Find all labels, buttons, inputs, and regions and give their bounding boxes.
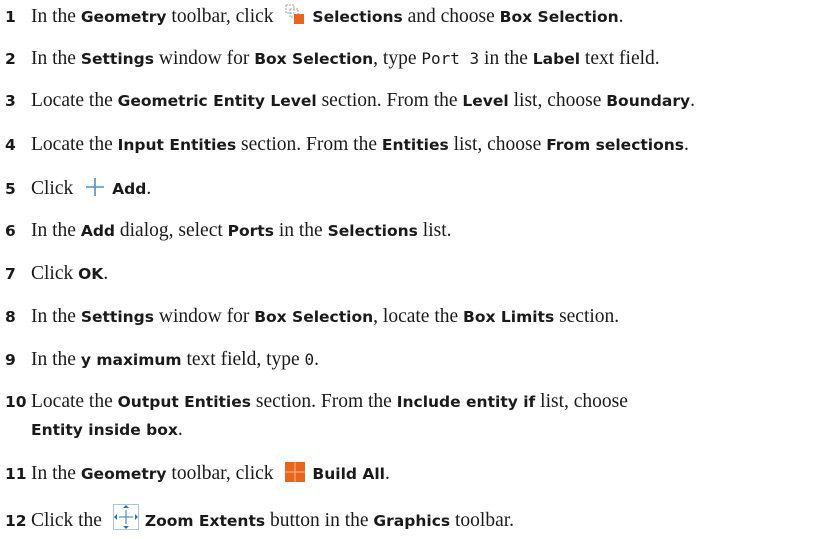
step-11: 11 In the Geometry toolbar, click Build A… <box>5 461 390 490</box>
zoom-extents-icon <box>112 504 139 537</box>
step-8: 8 In the Settings window for Box Selectio… <box>5 306 620 327</box>
step-6: 6 In the Add dialog, select Ports in the … <box>5 220 452 241</box>
step-number: 6 <box>5 222 16 240</box>
step-12: 12 Click the Zoom Extents button in the G… <box>5 504 514 537</box>
step-number: 1 <box>5 8 16 26</box>
step-4: 4 Locate the Input Entities section. From… <box>5 134 689 155</box>
step-number: 8 <box>5 308 16 326</box>
step-number: 4 <box>5 136 16 154</box>
step-number: 11 <box>5 465 27 483</box>
step-number: 10 <box>5 393 27 411</box>
step-1: 1 In the Geometry toolbar, click Selectio… <box>5 4 624 33</box>
step-2: 2 In the Settings window for Box Selectio… <box>5 48 660 69</box>
build-all-icon <box>284 461 306 490</box>
step-number: 7 <box>5 265 16 283</box>
step-10-continuation: Entity inside box. <box>31 419 183 440</box>
step-number: 5 <box>5 180 16 198</box>
step-number: 9 <box>5 351 16 369</box>
step-7: 7 Click OK. <box>5 263 109 284</box>
step-3: 3 Locate the Geometric Entity Level secti… <box>5 90 695 111</box>
selections-icon <box>284 4 306 33</box>
step-number: 3 <box>5 92 16 110</box>
step-5: 5 Click Add. <box>5 176 151 205</box>
step-10: 10 Locate the Output Entities section. Fr… <box>5 391 628 412</box>
step-number: 2 <box>5 50 16 68</box>
step-9: 9 In the y maximum text field, type 0. <box>5 349 320 370</box>
step-number: 12 <box>5 512 27 530</box>
add-icon <box>84 176 106 205</box>
